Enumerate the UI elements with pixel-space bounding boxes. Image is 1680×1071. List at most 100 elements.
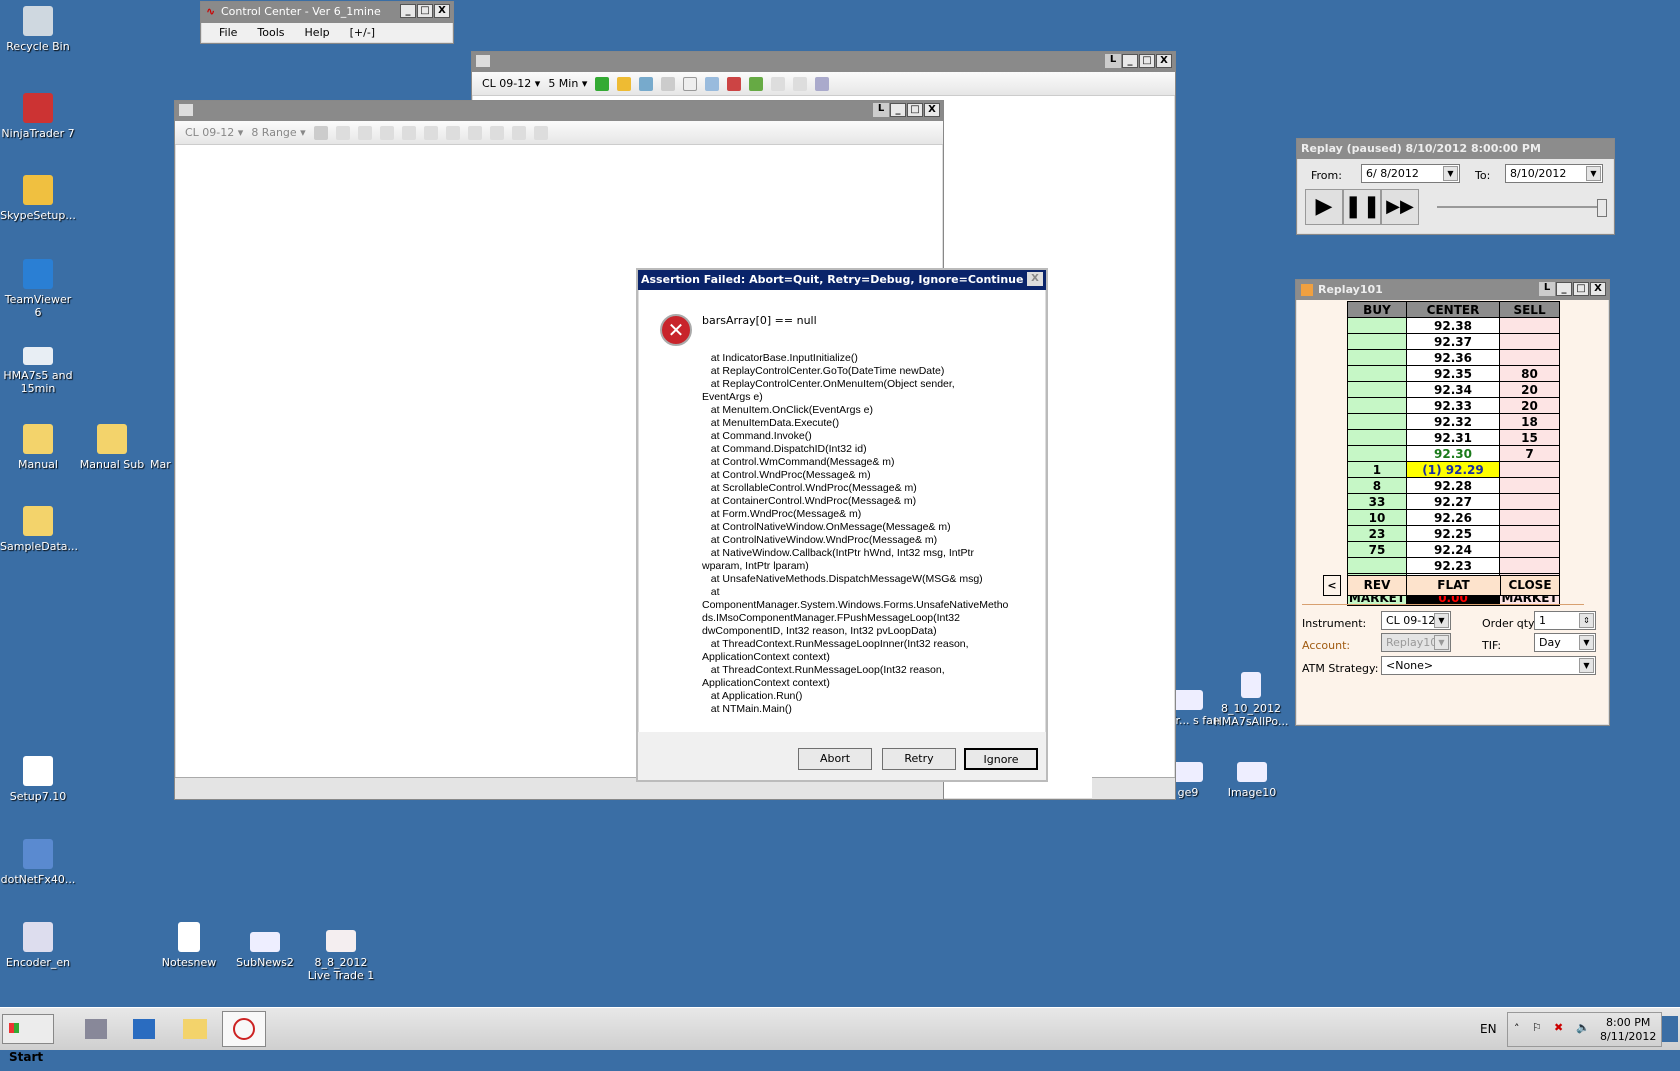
zoom-in-icon[interactable] [639, 76, 654, 91]
menu-help[interactable]: Help [305, 26, 330, 39]
zoom-out-icon[interactable] [661, 76, 676, 91]
chart-titlebar[interactable]: L _ □ X [472, 52, 1175, 72]
buy-cell[interactable]: 8 [1347, 477, 1407, 494]
price-cell[interactable]: 92.36 [1405, 349, 1501, 366]
play-button[interactable]: ▶ [1305, 189, 1343, 225]
sell-cell[interactable] [1499, 557, 1560, 574]
minimize-button[interactable]: _ [400, 4, 416, 18]
sell-cell[interactable] [1499, 541, 1560, 558]
desktop-icon-manual-sub[interactable]: Manual Sub [74, 424, 150, 471]
action-center-flag-icon[interactable]: ⚐ [1532, 1021, 1542, 1034]
instrument-selector[interactable]: CL 09-12 ▾ [185, 126, 243, 139]
close-button[interactable]: X [1156, 54, 1172, 68]
close-button[interactable]: X [1590, 282, 1606, 296]
retry-button[interactable]: Retry [882, 748, 956, 770]
pencil-icon[interactable] [335, 125, 350, 140]
period-selector[interactable]: 5 Min ▾ [548, 77, 587, 90]
price-cell[interactable]: 92.24 [1405, 541, 1501, 558]
desktop-icon-teamviewer[interactable]: TeamViewer 6 [0, 259, 76, 319]
sell-cell[interactable] [1499, 493, 1560, 510]
instrument-selector[interactable]: CL 09-12 ▾ [482, 77, 540, 90]
flat-button[interactable]: FLAT [1407, 576, 1501, 595]
from-date-picker[interactable]: 6/ 8/2012 ▼ [1361, 164, 1460, 183]
desktop-icon-manual[interactable]: Manual [0, 424, 76, 471]
zoom-out-icon[interactable] [379, 125, 394, 140]
desktop-icon-image10[interactable]: Image10 [1214, 762, 1290, 799]
language-indicator[interactable]: EN [1480, 1022, 1497, 1036]
chart-style-icon[interactable] [595, 76, 610, 91]
menu-expand[interactable]: [+/-] [350, 26, 375, 39]
slider-thumb[interactable] [1597, 199, 1607, 217]
zoom-in-icon[interactable] [357, 125, 372, 140]
buy-cell[interactable]: 1 [1347, 461, 1407, 478]
desktop-icon-notesnew[interactable]: Notesnew [151, 922, 227, 969]
indicators-icon[interactable] [445, 125, 460, 140]
price-cell[interactable]: 92.37 [1405, 333, 1501, 350]
show-desktop-button[interactable] [1662, 1016, 1678, 1042]
menu-tools[interactable]: Tools [257, 26, 284, 39]
strategies-icon[interactable] [467, 125, 482, 140]
pause-button[interactable]: ❚❚ [1343, 189, 1381, 225]
chart-trader-icon[interactable] [533, 125, 548, 140]
taskbar-powershell[interactable] [128, 1014, 162, 1044]
sell-cell[interactable] [1499, 317, 1560, 334]
tif-selector[interactable]: Day ▼ [1534, 633, 1596, 652]
minimize-button[interactable]: _ [1122, 54, 1138, 68]
link-button[interactable]: L [1105, 54, 1121, 68]
buy-cell[interactable] [1347, 365, 1407, 382]
sell-cell[interactable]: 7 [1499, 445, 1560, 462]
buy-cell[interactable]: 33 [1347, 493, 1407, 510]
price-cell[interactable]: 92.30 [1405, 445, 1501, 462]
sell-cell[interactable]: 20 [1499, 397, 1560, 414]
atm-strategy-selector[interactable]: <None> ▼ [1381, 656, 1596, 675]
crosshair-icon[interactable] [401, 125, 416, 140]
collapse-button[interactable]: < [1323, 575, 1341, 596]
price-cell[interactable]: 92.32 [1405, 413, 1501, 430]
rev-button[interactable]: REV [1348, 576, 1407, 595]
ignore-button[interactable]: Ignore [964, 748, 1038, 770]
properties-icon[interactable] [771, 76, 786, 91]
abort-button[interactable]: Abort [798, 748, 872, 770]
chart-trader-icon[interactable] [815, 76, 830, 91]
sell-cell[interactable]: 20 [1499, 381, 1560, 398]
price-cell[interactable]: 92.31 [1405, 429, 1501, 446]
buy-cell[interactable] [1347, 429, 1407, 446]
buy-cell[interactable] [1347, 317, 1407, 334]
maximize-button[interactable]: □ [1139, 54, 1155, 68]
buy-cell[interactable] [1347, 349, 1407, 366]
taskbar-explorer[interactable] [178, 1014, 212, 1044]
data-box-icon[interactable] [705, 76, 720, 91]
period-selector[interactable]: 8 Range ▾ [251, 126, 305, 139]
price-cell[interactable]: 92.25 [1405, 525, 1501, 542]
minimize-button[interactable]: _ [1556, 282, 1572, 296]
desktop-icon-dotnetfx[interactable]: dotNetFx40... [0, 839, 76, 886]
buy-cell[interactable] [1347, 397, 1407, 414]
maximize-button[interactable]: □ [417, 4, 433, 18]
network-disconnected-icon[interactable]: ✖ [1554, 1021, 1563, 1034]
desktop-icon-skype[interactable]: SkypeSetup... [0, 175, 76, 222]
price-cell[interactable]: 92.35 [1405, 365, 1501, 382]
chart-style-icon[interactable] [313, 125, 328, 140]
close-position-button[interactable]: CLOSE [1501, 576, 1559, 595]
price-cell[interactable]: (1) 92.29 [1405, 461, 1501, 478]
sell-cell[interactable] [1499, 333, 1560, 350]
price-cell[interactable]: 92.38 [1405, 317, 1501, 334]
desktop-icon-recycle-bin[interactable]: Recycle Bin [0, 6, 76, 53]
clock[interactable]: 8:00 PM 8/11/2012 [1600, 1016, 1656, 1044]
desktop-icon-subnews2[interactable]: SubNews2 [227, 922, 303, 969]
maximize-button[interactable]: □ [907, 103, 923, 117]
buy-cell[interactable]: 10 [1347, 509, 1407, 526]
minimize-button[interactable]: _ [890, 103, 906, 117]
properties-icon[interactable] [489, 125, 504, 140]
desktop-icon-encoder[interactable]: Encoder_en [0, 922, 76, 969]
strategies-icon[interactable] [749, 76, 764, 91]
horizontal-scrollbar[interactable] [1092, 777, 1175, 799]
sell-cell[interactable] [1499, 525, 1560, 542]
buy-cell[interactable] [1347, 413, 1407, 430]
taskbar-server-manager[interactable] [80, 1014, 114, 1044]
show-hidden-icons[interactable]: ˄ [1514, 1022, 1520, 1035]
sell-cell[interactable] [1499, 477, 1560, 494]
price-cell[interactable]: 92.28 [1405, 477, 1501, 494]
pencil-icon[interactable] [617, 76, 632, 91]
sell-cell[interactable] [1499, 461, 1560, 478]
